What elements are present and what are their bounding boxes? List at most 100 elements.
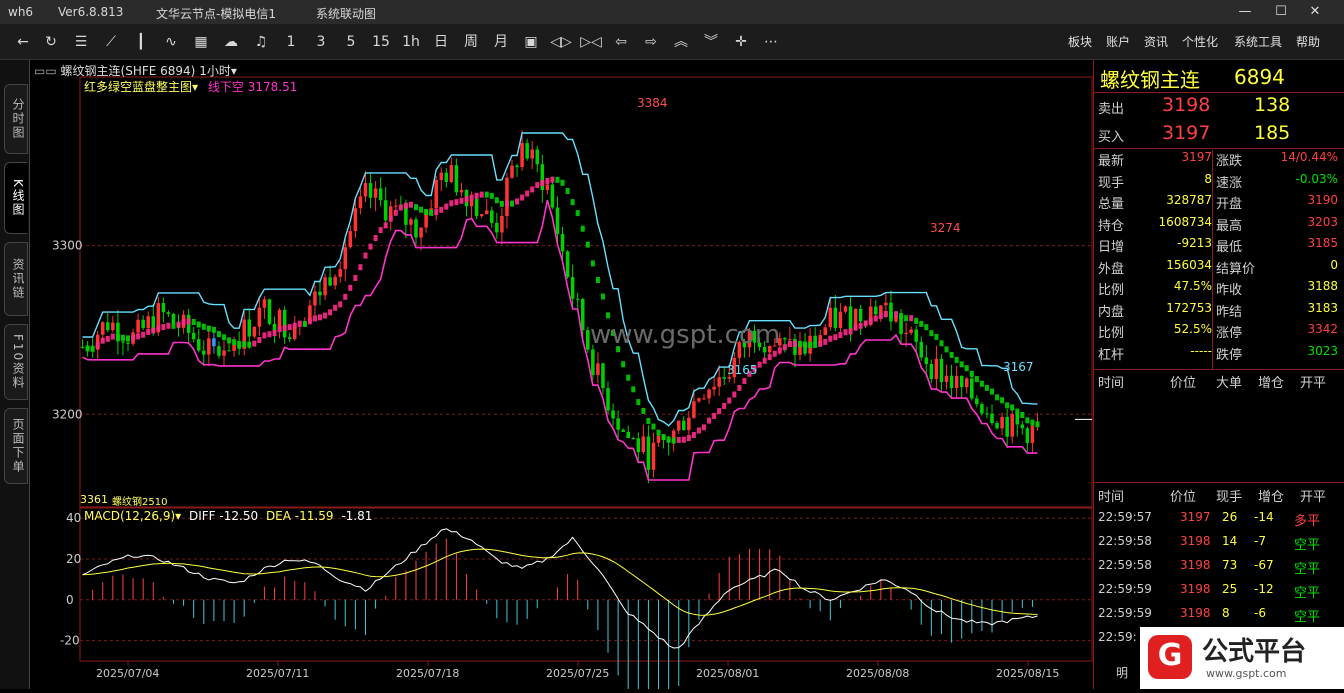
- candle-body: [858, 308, 863, 322]
- kline-chart-area[interactable]: 3300 3200 40 20 0 -20 2025/07/04 2025/07/11 20…: [30, 60, 1093, 693]
- tab-timeshare[interactable]: 分时图: [4, 84, 28, 154]
- candle-body: [702, 398, 706, 400]
- candle-body: [1025, 428, 1030, 443]
- trend-band-segment: [626, 374, 631, 381]
- candle-body: [959, 375, 964, 388]
- trend-band-segment: [742, 378, 747, 385]
- zoom-in-icon[interactable]: ▷◁: [580, 31, 602, 53]
- trend-band-segment: [797, 340, 803, 347]
- period-month[interactable]: 月: [490, 31, 512, 53]
- trend-band-segment: [838, 332, 843, 339]
- arrow-left-icon[interactable]: ⇦: [610, 31, 632, 53]
- refresh-icon[interactable]: ↻: [40, 31, 62, 53]
- trend-band-segment: [333, 304, 338, 311]
- crosshair-icon[interactable]: ✛: [730, 31, 752, 53]
- trend-band-segment: [995, 394, 1000, 401]
- candle-icon[interactable]: ┃: [130, 31, 152, 53]
- trend-band-segment: [570, 199, 575, 206]
- cloud-icon[interactable]: ☁: [220, 31, 242, 53]
- trend-band-segment: [474, 192, 479, 199]
- back-icon[interactable]: ←: [12, 31, 34, 53]
- period-1[interactable]: 1: [280, 31, 302, 53]
- menu-system-tools[interactable]: 系统工具: [1234, 33, 1282, 50]
- tick-header-cell: 开平: [1300, 376, 1327, 391]
- trend-band-segment: [515, 198, 520, 205]
- trend-band-segment: [808, 341, 813, 348]
- arrow-up-icon[interactable]: ︽: [670, 31, 692, 53]
- menu-personalize[interactable]: 个性化: [1182, 33, 1218, 50]
- tick-type: 空平: [1294, 538, 1321, 553]
- tab-news-chain[interactable]: 资讯链: [4, 242, 28, 316]
- candle-body: [934, 358, 939, 379]
- period-selector[interactable]: 1小时: [199, 64, 231, 78]
- period-day[interactable]: 日: [430, 31, 452, 53]
- trend-band-segment: [282, 325, 287, 332]
- macd-name[interactable]: MACD(12,26,9): [84, 509, 175, 523]
- grid-icon[interactable]: ▦: [190, 31, 212, 53]
- tab-order[interactable]: 页面下单: [4, 408, 28, 484]
- trend-band-segment: [939, 340, 944, 347]
- candle-body: [444, 172, 449, 182]
- trend-band-segment: [621, 361, 626, 368]
- candle-body: [676, 420, 681, 431]
- period-15[interactable]: 15: [370, 31, 392, 53]
- candle-body: [262, 299, 267, 308]
- trend-band-segment: [424, 208, 429, 215]
- trend-band-segment: [984, 384, 989, 391]
- tick-header-cell: 价位: [1170, 376, 1197, 391]
- tick-type: 空平: [1294, 610, 1321, 625]
- minimize-icon[interactable]: —: [1230, 2, 1260, 22]
- line-chart-icon[interactable]: ⟋: [100, 31, 122, 53]
- quote-left-value: 8: [1204, 171, 1212, 186]
- candle-body: [1030, 425, 1035, 443]
- quote-right-value: 3188: [1307, 279, 1338, 293]
- trend-band-segment: [888, 312, 893, 319]
- period-1h[interactable]: 1h: [400, 31, 422, 53]
- indicator-icon[interactable]: ∿: [160, 31, 182, 53]
- more-icon[interactable]: ⋯: [760, 31, 782, 53]
- list-icon[interactable]: ☰: [70, 31, 92, 53]
- candle-body: [338, 269, 342, 277]
- bottom-tab[interactable]: 明: [1116, 664, 1128, 681]
- trend-band-segment: [419, 206, 424, 213]
- period-5[interactable]: 5: [340, 31, 362, 53]
- zoom-out-icon[interactable]: ◁▷: [550, 31, 572, 53]
- arrow-down-icon[interactable]: ︾: [700, 31, 722, 53]
- arrow-right-icon[interactable]: ⇨: [640, 31, 662, 53]
- trend-band-segment: [843, 329, 848, 336]
- period-week[interactable]: 周: [460, 31, 482, 53]
- menu-news[interactable]: 资讯: [1144, 33, 1168, 50]
- custom-period-icon[interactable]: ▣: [520, 31, 542, 53]
- trend-band-segment: [909, 315, 914, 322]
- tab-kline[interactable]: K线图: [4, 162, 28, 234]
- candle-body: [555, 207, 560, 235]
- macd-tick-label: 0: [66, 593, 74, 607]
- trend-band-segment: [221, 334, 227, 341]
- candle-body: [479, 214, 484, 217]
- menu-account[interactable]: 账户: [1106, 33, 1130, 50]
- trend-band-segment: [105, 335, 110, 342]
- lower-line-value: 3178.51: [247, 80, 298, 94]
- candle-body: [838, 311, 843, 328]
- candle-body: [616, 418, 620, 430]
- trend-band-segment: [535, 182, 540, 189]
- candle-body: [646, 436, 651, 470]
- quote-right-label: 涨停: [1216, 326, 1243, 341]
- macd-value: -1.81: [341, 509, 373, 523]
- maximize-icon[interactable]: ☐: [1266, 2, 1296, 22]
- close-icon[interactable]: ✕: [1300, 2, 1330, 22]
- tab-f10[interactable]: F10资料: [4, 324, 28, 400]
- menu-sector[interactable]: 板块: [1068, 33, 1092, 50]
- trend-band-segment: [792, 340, 797, 347]
- annotation-high-3384: 3384: [637, 96, 668, 110]
- quote-right-label: 最低: [1216, 240, 1243, 255]
- candle-body: [227, 350, 231, 352]
- period-3[interactable]: 3: [310, 31, 332, 53]
- candle-body: [333, 276, 337, 286]
- trend-band-segment: [378, 227, 383, 234]
- bell-icon[interactable]: ♫: [250, 31, 272, 53]
- menu-help[interactable]: 帮助: [1296, 33, 1320, 50]
- trend-band-segment: [211, 326, 216, 333]
- candle-body: [909, 329, 913, 333]
- indicator-name[interactable]: 红多绿空蓝盘整主图: [84, 80, 192, 94]
